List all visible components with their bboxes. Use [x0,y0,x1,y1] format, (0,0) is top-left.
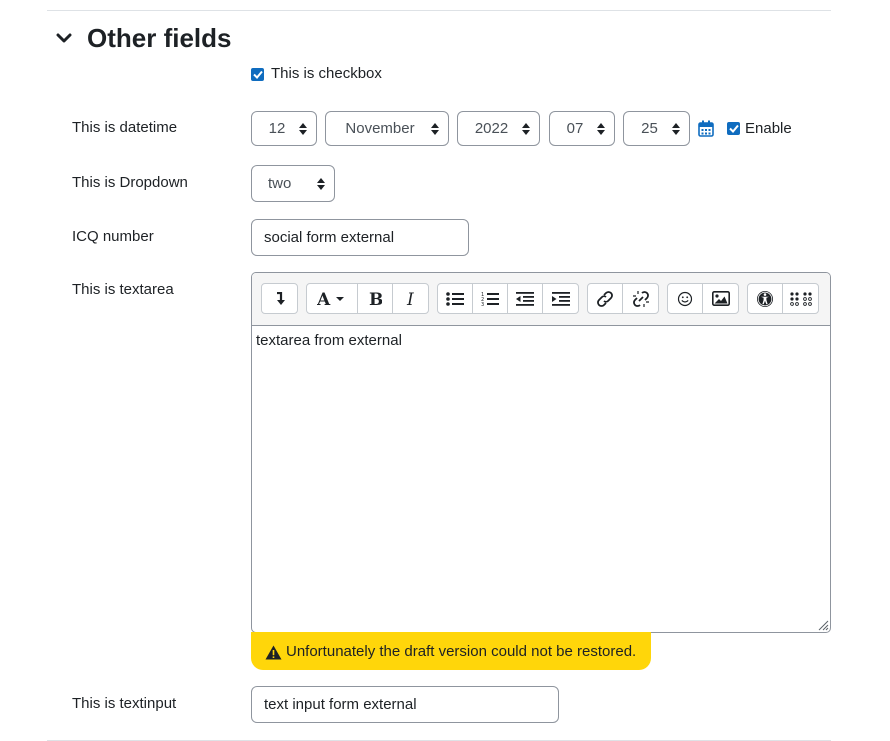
accessibility-checker-icon[interactable] [748,284,783,313]
month-select[interactable]: November [325,111,449,146]
select-arrows-icon [672,123,680,135]
resize-handle-icon[interactable] [818,620,829,631]
enable-label[interactable]: Enable [745,120,792,137]
hour-select[interactable]: 07 [549,111,615,146]
unlink-icon[interactable] [623,284,658,313]
checkbox-input[interactable] [251,68,264,81]
section-title: Other fields [87,22,232,53]
svg-text:A: A [317,291,331,307]
dropdown-label: This is Dropdown [72,174,188,191]
section-header[interactable]: Other fields [54,18,231,58]
year-select[interactable]: 2022 [457,111,540,146]
minute-select[interactable]: 25 [623,111,690,146]
screenreader-helper-icon[interactable] [783,284,818,313]
datetime-label: This is datetime [72,119,178,136]
select-arrows-icon [522,123,530,135]
warning-icon [265,645,282,660]
indent-icon[interactable] [543,284,578,313]
italic-icon[interactable]: I [393,284,428,313]
unordered-list-icon[interactable] [438,284,473,313]
select-arrows-icon [431,123,439,135]
image-icon[interactable] [703,284,738,313]
draft-warning-text: Unfortunately the draft version could no… [286,642,637,660]
editor-toolbar: A B I 123 [252,273,830,326]
draft-warning: Unfortunately the draft version could no… [251,632,651,670]
link-icon[interactable] [588,284,623,313]
textarea-label: This is textarea [72,281,174,298]
day-select[interactable]: 12 [251,111,317,146]
emoji-icon[interactable] [668,284,703,313]
textinput-label: This is textinput [72,695,177,712]
editor-content[interactable]: textarea from external [256,332,402,349]
checkbox-label[interactable]: This is checkbox [271,65,382,82]
svg-text:I: I [406,291,414,307]
select-arrows-icon [597,123,605,135]
select-arrows-icon [317,178,325,190]
ordered-list-icon[interactable]: 123 [473,284,508,313]
enable-checkbox[interactable] [727,122,740,135]
font-style-icon[interactable]: A [307,284,358,313]
textinput-input[interactable]: text input form external [251,686,559,723]
icq-input[interactable]: social form external [251,219,469,256]
rich-text-editor[interactable]: A B I 123 textarea from external [251,272,831,633]
dropdown-select[interactable]: two [251,165,335,202]
chevron-down-icon[interactable] [54,28,74,48]
top-divider [47,10,831,11]
svg-text:B: B [369,291,382,307]
svg-text:3: 3 [481,302,484,307]
outdent-icon[interactable] [508,284,543,313]
select-arrows-icon [299,123,307,135]
collapse-icon[interactable] [262,284,297,313]
icq-label: ICQ number [72,228,154,245]
calendar-icon[interactable] [698,120,714,142]
bold-icon[interactable]: B [358,284,393,313]
